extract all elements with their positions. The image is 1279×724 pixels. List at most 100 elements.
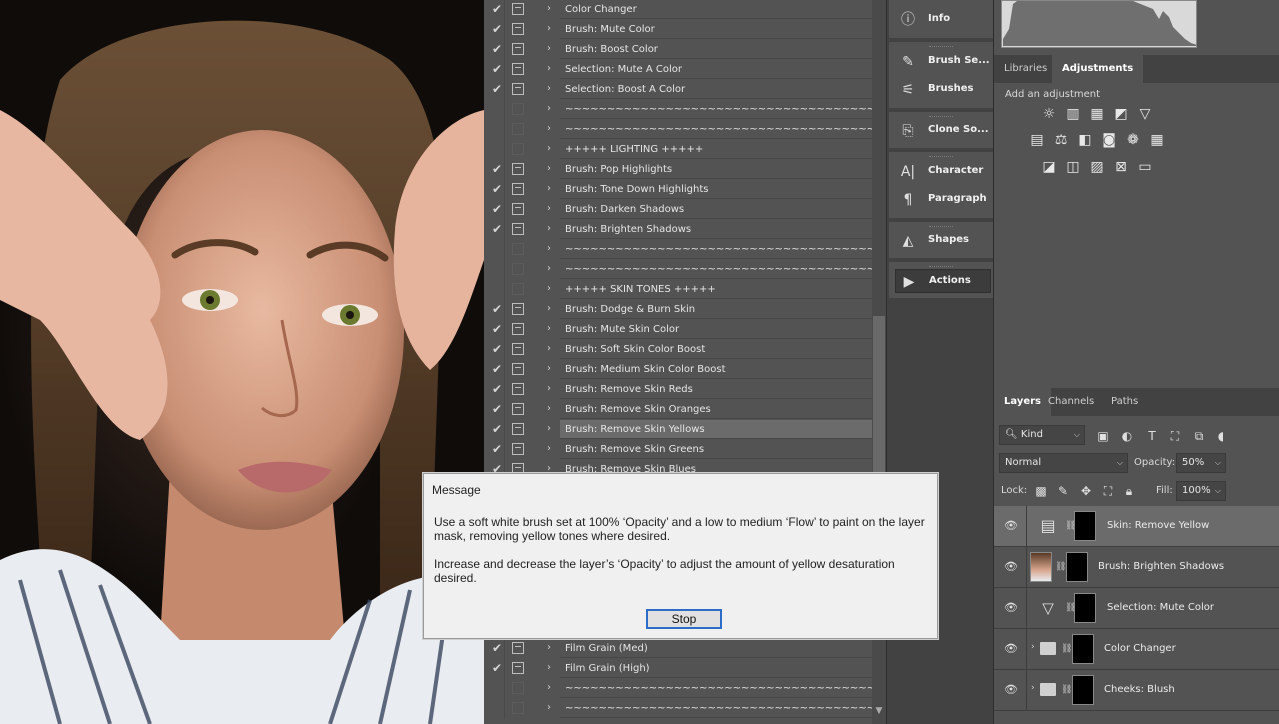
color-lookup-icon[interactable]: ▦ xyxy=(1149,132,1165,148)
toggle-checkmark-icon[interactable]: ✔ xyxy=(490,162,504,176)
dialog-toggle-icon[interactable] xyxy=(512,143,524,155)
layer-row-selection-mute-color[interactable]: 👁︎ ▽ ⛓ Selection: Mute Color xyxy=(994,588,1279,629)
toggle-checkmark-icon[interactable]: ✔ xyxy=(490,342,504,356)
action-row[interactable]: ✔ › Color Changer xyxy=(484,0,872,20)
layer-row-cheeks-blush[interactable]: 👁︎ › ⛓ Cheeks: Blush xyxy=(994,670,1279,711)
tab-paths[interactable]: Paths xyxy=(1101,388,1148,416)
layer-row-brush-brighten-shadows[interactable]: 👁︎ ⛓ Brush: Brighten Shadows xyxy=(994,547,1279,588)
filter-shape-icon[interactable]: ⛶ xyxy=(1168,429,1182,443)
action-name[interactable]: ~~~~~~~~~~~~~~~~~~~~~~~~~~~~~~~~~~~~~~~~… xyxy=(560,260,872,279)
action-name[interactable]: +++++ SKIN TONES +++++ xyxy=(560,280,872,299)
dialog-toggle-icon[interactable] xyxy=(512,343,524,355)
toggle-checkmark-icon[interactable]: ✔ xyxy=(490,402,504,416)
toggle-checkmark-icon[interactable]: ✔ xyxy=(490,322,504,336)
action-row[interactable]: ✔ › Brush: Soft Skin Color Boost xyxy=(484,340,872,360)
action-row[interactable]: ✔ › Brush: Pop Highlights xyxy=(484,160,872,180)
link-icon[interactable]: ⛓ xyxy=(1065,520,1076,532)
action-name[interactable]: Brush: Brighten Shadows xyxy=(560,220,872,239)
dock-paragraph-button[interactable]: ¶ Paragraph xyxy=(895,188,991,212)
lock-position-icon[interactable]: ✥ xyxy=(1079,484,1093,498)
action-row[interactable]: › +++++ SKIN TONES +++++ xyxy=(484,280,872,300)
action-name[interactable]: Brush: Mute Skin Color xyxy=(560,320,872,339)
brightness-contrast-icon[interactable]: ☼ xyxy=(1041,106,1057,122)
layer-name[interactable]: Color Changer xyxy=(1104,643,1176,654)
action-name[interactable]: +++++ LIGHTING +++++ xyxy=(560,140,872,159)
action-name[interactable]: Selection: Boost A Color xyxy=(560,80,872,99)
action-name[interactable]: Film Grain (High) xyxy=(560,659,872,678)
toggle-checkmark-icon[interactable]: ✔ xyxy=(490,62,504,76)
action-name[interactable]: Brush: Remove Skin Reds xyxy=(560,380,872,399)
expand-chevron-icon[interactable]: › xyxy=(547,43,551,54)
action-row[interactable]: ✔ › Brush: Remove Skin Reds xyxy=(484,380,872,400)
dock-grip[interactable] xyxy=(929,266,953,268)
expand-chevron-icon[interactable]: › xyxy=(547,682,551,693)
expand-chevron-icon[interactable]: › xyxy=(547,343,551,354)
dock-character-button[interactable]: A| Character xyxy=(895,160,991,184)
dock-info-button[interactable]: ⓘ Info xyxy=(895,8,991,32)
action-name[interactable]: Brush: Pop Highlights xyxy=(560,160,872,179)
layer-mask-thumbnail[interactable] xyxy=(1074,593,1096,623)
action-row[interactable]: ✔ › Brush: Brighten Shadows xyxy=(484,220,872,240)
expand-chevron-icon[interactable]: › xyxy=(547,23,551,34)
action-name[interactable]: ~~~~~~~~~~~~~~~~~~~~~~~~~~~~~~~~~~~~~~~~… xyxy=(560,120,872,139)
selective-color-icon[interactable]: ⊠ xyxy=(1113,159,1129,175)
lock-all-icon[interactable]: 🔒︎ xyxy=(1122,484,1136,498)
eye-icon[interactable]: 👁︎ xyxy=(1004,601,1018,615)
action-name[interactable]: Brush: Tone Down Highlights xyxy=(560,180,872,199)
expand-chevron-icon[interactable]: › xyxy=(1031,683,1035,693)
dialog-toggle-icon[interactable] xyxy=(512,103,524,115)
dialog-toggle-icon[interactable] xyxy=(512,23,524,35)
action-row[interactable]: ✔ › Film Grain (Med) xyxy=(484,639,872,659)
dock-grip[interactable] xyxy=(929,116,953,118)
invert-icon[interactable]: ◪ xyxy=(1041,159,1057,175)
dock-brushes-button[interactable]: ⚟ Brushes xyxy=(895,78,991,102)
expand-chevron-icon[interactable]: › xyxy=(547,662,551,673)
dock-grip[interactable] xyxy=(929,156,953,158)
dialog-toggle-icon[interactable] xyxy=(512,383,524,395)
action-row[interactable]: ✔ › Brush: Darken Shadows xyxy=(484,200,872,220)
filter-pixel-icon[interactable]: ▣ xyxy=(1096,429,1110,443)
dialog-toggle-icon[interactable] xyxy=(512,63,524,75)
dock-clone-source-button[interactable]: ⎘ Clone So... xyxy=(895,119,991,143)
action-row[interactable]: ✔ › Film Grain (High) xyxy=(484,659,872,679)
tab-adjustments[interactable]: Adjustments xyxy=(1052,55,1144,83)
action-row[interactable]: ✔ › Brush: Medium Skin Color Boost xyxy=(484,360,872,380)
toggle-checkmark-icon[interactable] xyxy=(490,122,504,136)
layer-mask-thumbnail[interactable] xyxy=(1072,634,1094,664)
link-icon[interactable]: ⛓ xyxy=(1061,643,1072,655)
action-row[interactable]: ✔ › Brush: Mute Skin Color xyxy=(484,320,872,340)
lock-artboard-icon[interactable]: ⛶ xyxy=(1101,484,1115,498)
layer-name[interactable]: Brush: Brighten Shadows xyxy=(1098,561,1224,572)
tab-libraries[interactable]: Libraries xyxy=(994,55,1057,83)
dock-grip[interactable] xyxy=(929,46,953,48)
expand-chevron-icon[interactable]: › xyxy=(547,223,551,234)
expand-chevron-icon[interactable]: › xyxy=(547,163,551,174)
link-icon[interactable]: ⛓ xyxy=(1055,561,1066,573)
hue-saturation-icon[interactable]: ▤ xyxy=(1029,132,1045,148)
action-row[interactable]: ✔ › Selection: Boost A Color xyxy=(484,80,872,100)
dialog-toggle-icon[interactable] xyxy=(512,223,524,235)
threshold-icon[interactable]: ▨ xyxy=(1089,159,1105,175)
posterize-icon[interactable]: ◫ xyxy=(1065,159,1081,175)
action-name[interactable]: Brush: Soft Skin Color Boost xyxy=(560,340,872,359)
lock-image-icon[interactable]: ✎ xyxy=(1056,484,1070,498)
gradient-map-icon[interactable]: ▭ xyxy=(1137,159,1153,175)
expand-chevron-icon[interactable]: › xyxy=(547,143,551,154)
action-name[interactable]: Brush: Mute Color xyxy=(560,20,872,39)
dialog-toggle-icon[interactable] xyxy=(512,363,524,375)
exposure-icon[interactable]: ◩ xyxy=(1113,106,1129,122)
dialog-toggle-icon[interactable] xyxy=(512,263,524,275)
toggle-checkmark-icon[interactable]: ✔ xyxy=(490,442,504,456)
layer-mask-thumbnail[interactable] xyxy=(1066,552,1088,582)
toggle-checkmark-icon[interactable] xyxy=(490,681,504,695)
dialog-toggle-icon[interactable] xyxy=(512,243,524,255)
filter-type-icon[interactable]: T xyxy=(1145,429,1159,443)
expand-chevron-icon[interactable]: › xyxy=(547,203,551,214)
action-row[interactable]: › ~~~~~~~~~~~~~~~~~~~~~~~~~~~~~~~~~~~~~~~… xyxy=(484,699,872,719)
layer-mask-thumbnail[interactable] xyxy=(1074,511,1096,541)
action-row[interactable]: › ~~~~~~~~~~~~~~~~~~~~~~~~~~~~~~~~~~~~~~~… xyxy=(484,240,872,260)
action-row[interactable]: ✔ › Brush: Tone Down Highlights xyxy=(484,180,872,200)
dock-shapes-button[interactable]: ◭ Shapes xyxy=(895,229,991,253)
toggle-checkmark-icon[interactable]: ✔ xyxy=(490,42,504,56)
dialog-toggle-icon[interactable] xyxy=(512,423,524,435)
